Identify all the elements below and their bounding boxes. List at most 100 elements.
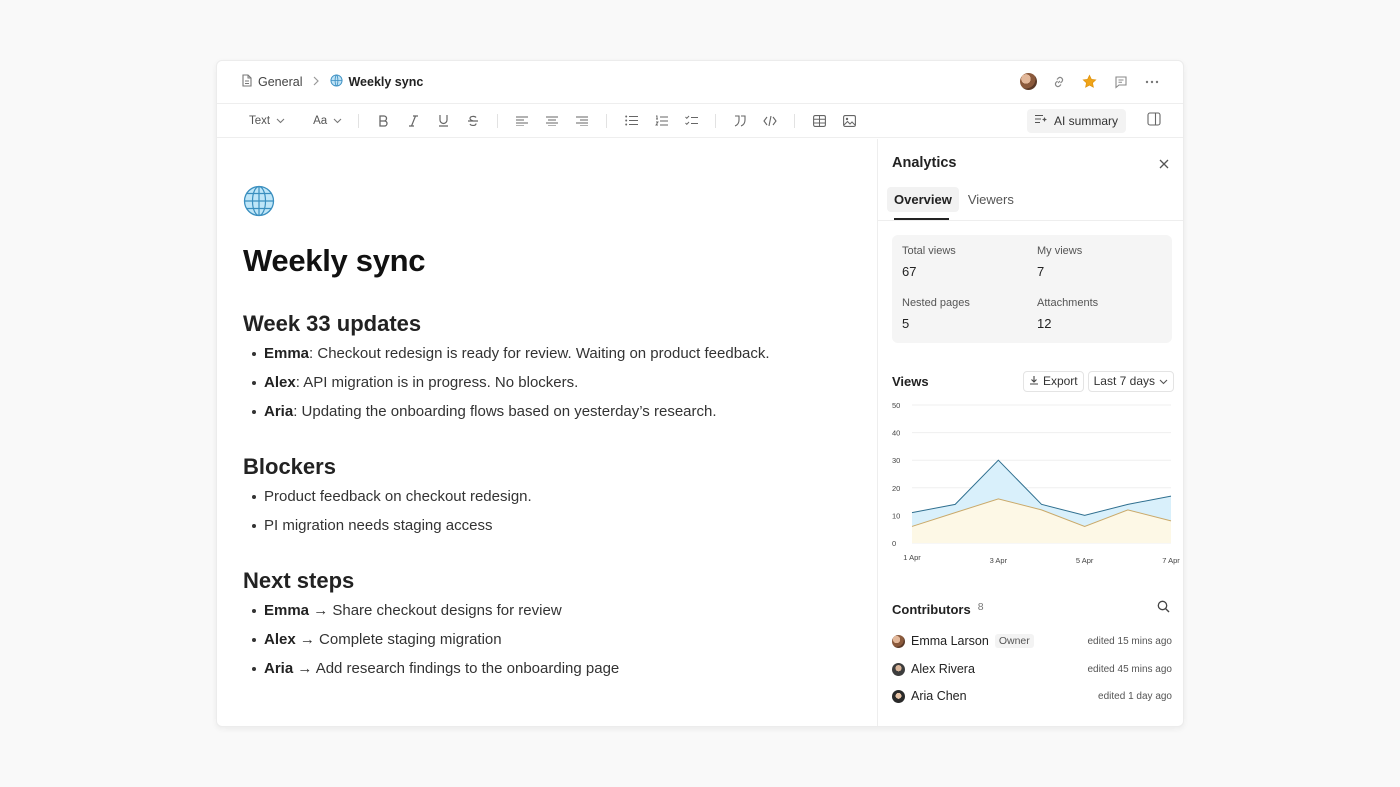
tab-viewers[interactable]: Viewers bbox=[961, 187, 1021, 212]
date-range-dropdown[interactable]: Last 7 days bbox=[1087, 370, 1174, 392]
align-right-icon[interactable] bbox=[571, 110, 593, 132]
contributor-name: Alex Rivera bbox=[911, 662, 975, 676]
bold-icon[interactable] bbox=[372, 110, 394, 132]
code-icon[interactable] bbox=[759, 110, 781, 132]
stat-label: My views bbox=[1037, 245, 1083, 257]
list-item[interactable]: Emma → Share checkout designs for review bbox=[252, 600, 619, 629]
contributor-name: Emma Larson bbox=[911, 634, 989, 648]
chevron-down-icon bbox=[276, 115, 285, 127]
chevron-down-icon bbox=[1159, 374, 1168, 388]
analytics-panel: Analytics Overview Viewers Total views 6… bbox=[877, 139, 1183, 726]
contributor-row[interactable]: Emma Larson Owner edited 15 mins ago bbox=[892, 631, 1172, 651]
views-chart: 0 10 20 30 40 50 1 Apr 3 Apr 5 Apr 7 Apr bbox=[892, 401, 1180, 565]
image-icon[interactable] bbox=[838, 110, 860, 132]
y-tick-label: 50 bbox=[892, 401, 900, 410]
breadcrumb-current[interactable]: Weekly sync bbox=[330, 74, 423, 90]
link-icon[interactable] bbox=[1049, 72, 1068, 91]
stat-value: 7 bbox=[1037, 264, 1045, 279]
person-name: Aria bbox=[264, 403, 294, 420]
more-icon[interactable] bbox=[1142, 72, 1161, 91]
x-tick-label: 3 Apr bbox=[990, 556, 1008, 565]
globe-icon bbox=[330, 74, 344, 90]
list-item[interactable]: Emma: Checkout redesign is ready for rev… bbox=[252, 343, 770, 372]
chevron-right-icon bbox=[312, 75, 320, 89]
edited-time: edited 15 mins ago bbox=[1087, 635, 1172, 647]
divider bbox=[358, 113, 360, 128]
contributor-name: Aria Chen bbox=[911, 689, 967, 703]
stat-label: Nested pages bbox=[902, 297, 970, 309]
ai-summary-button[interactable]: AI summary bbox=[1026, 109, 1126, 133]
document-window: General Weekly sync Text Aa AI summary W… bbox=[216, 60, 1184, 727]
search-icon[interactable] bbox=[1157, 600, 1170, 618]
star-icon[interactable] bbox=[1080, 72, 1099, 91]
stats-card: Total views 67 My views 7 Nested pages 5… bbox=[892, 235, 1172, 343]
stat-label: Total views bbox=[902, 245, 956, 257]
checklist-icon[interactable] bbox=[680, 110, 702, 132]
numbered-list-icon[interactable] bbox=[650, 110, 672, 132]
x-tick-label: 1 Apr bbox=[903, 553, 921, 562]
font-size-label: Aa bbox=[313, 114, 328, 127]
x-tick-label: 5 Apr bbox=[1076, 556, 1094, 565]
views-header: Views Export Last 7 days bbox=[892, 370, 1174, 392]
owner-badge: Owner bbox=[994, 634, 1034, 648]
font-size-dropdown[interactable]: Aa bbox=[307, 115, 348, 127]
list-item[interactable]: Alex → Complete staging migration bbox=[252, 629, 619, 658]
y-tick-label: 0 bbox=[892, 539, 896, 548]
quote-icon[interactable] bbox=[729, 110, 751, 132]
page-emoji[interactable] bbox=[243, 185, 275, 226]
contributor-row[interactable]: Alex Rivera edited 45 mins ago bbox=[892, 659, 1172, 679]
contributors-count: 8 bbox=[977, 601, 984, 613]
breadcrumb-current-label: Weekly sync bbox=[348, 75, 424, 89]
underline-icon[interactable] bbox=[432, 110, 454, 132]
item-text: : Checkout redesign is ready for review.… bbox=[309, 345, 770, 362]
bullet-list-icon[interactable] bbox=[620, 110, 642, 132]
divider bbox=[606, 113, 608, 128]
align-left-icon[interactable] bbox=[511, 110, 533, 132]
list-item[interactable]: PI migration needs staging access bbox=[252, 515, 532, 544]
globe-icon bbox=[243, 185, 275, 217]
x-tick-label: 7 Apr bbox=[1162, 556, 1180, 565]
section-heading[interactable]: Week 33 updates bbox=[243, 311, 770, 337]
sidebar-toggle-icon[interactable] bbox=[1147, 112, 1161, 131]
ai-summary-icon bbox=[1034, 114, 1048, 128]
export-button[interactable]: Export bbox=[1022, 370, 1084, 392]
section-heading[interactable]: Blockers bbox=[243, 454, 532, 480]
stat-my-views: My views 7 bbox=[1037, 245, 1082, 279]
strikethrough-icon[interactable] bbox=[462, 110, 484, 132]
page-title[interactable]: Weekly sync bbox=[243, 243, 426, 279]
stat-attachments: Attachments 12 bbox=[1037, 297, 1098, 331]
date-range-label: Last 7 days bbox=[1093, 374, 1155, 388]
list-item[interactable]: Aria → Add research findings to the onbo… bbox=[252, 658, 619, 687]
align-center-icon[interactable] bbox=[541, 110, 563, 132]
document-body: Weekly sync Week 33 updates Emma: Checko… bbox=[217, 139, 877, 726]
stat-total-views: Total views 67 bbox=[902, 245, 956, 279]
avatar bbox=[892, 662, 905, 676]
person-name: Emma bbox=[264, 602, 310, 619]
y-tick-label: 10 bbox=[892, 511, 900, 520]
y-tick-label: 20 bbox=[892, 484, 900, 493]
italic-icon[interactable] bbox=[402, 110, 424, 132]
list-item[interactable]: Product feedback on checkout redesign. bbox=[252, 486, 532, 515]
item-text: PI migration needs staging access bbox=[264, 517, 493, 534]
text-style-dropdown[interactable]: Text bbox=[243, 115, 291, 127]
breadcrumb-parent[interactable]: General bbox=[241, 74, 302, 90]
edited-time: edited 45 mins ago bbox=[1087, 663, 1172, 675]
list-item[interactable]: Alex: API migration is in progress. No b… bbox=[252, 372, 770, 401]
tab-overview[interactable]: Overview bbox=[887, 187, 959, 212]
contributors-title: Contributors bbox=[892, 601, 971, 617]
export-label: Export bbox=[1042, 374, 1078, 388]
close-icon[interactable] bbox=[1159, 156, 1169, 174]
analytics-tabs: Overview Viewers bbox=[887, 187, 1021, 212]
comment-icon[interactable] bbox=[1111, 72, 1130, 91]
person-name: Alex bbox=[264, 631, 296, 648]
list-item[interactable]: Aria: Updating the onboarding flows base… bbox=[252, 401, 770, 430]
item-text: → Share checkout designs for review bbox=[309, 602, 562, 619]
section-heading[interactable]: Next steps bbox=[243, 568, 619, 594]
divider bbox=[715, 113, 717, 128]
divider bbox=[878, 220, 1183, 221]
table-icon[interactable] bbox=[808, 110, 830, 132]
breadcrumb: General Weekly sync bbox=[241, 74, 423, 90]
contributor-row[interactable]: Aria Chen edited 1 day ago bbox=[892, 686, 1172, 706]
user-avatar[interactable] bbox=[1020, 73, 1037, 90]
views-title: Views bbox=[892, 373, 929, 389]
